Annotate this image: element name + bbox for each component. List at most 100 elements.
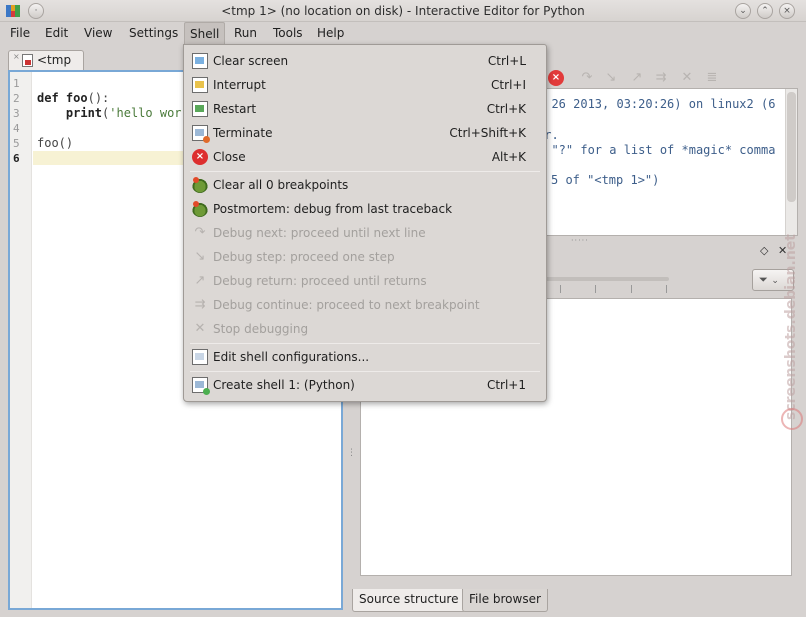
horizontal-splitter-handle[interactable]: ····· (571, 236, 589, 245)
shell-output-line: e "?" for a list of *magic* comma (537, 143, 776, 157)
menu-item-label: Debug step: proceed one step (213, 250, 395, 264)
string-literal: 'hello wor (109, 106, 182, 120)
shell-toolbar: × ↷ ↘ ↗ ⇉ ✕ ≣ (547, 68, 805, 88)
create-shell-icon (192, 377, 210, 395)
line-number: 5 (13, 137, 20, 150)
watermark-text: screenshots.debian.net (783, 234, 799, 420)
menu-item-postmortem[interactable]: Postmortem: debug from last traceback (184, 197, 546, 221)
menu-item-label: Debug return: proceed until returns (213, 274, 427, 288)
line-number-gutter: 1 2 3 4 5 6 (10, 72, 32, 608)
bug-icon (192, 201, 208, 217)
stop-debug-icon[interactable]: ✕ (679, 70, 695, 86)
menu-item-shortcut: Ctrl+I (491, 78, 526, 92)
menu-item-label: Clear screen (213, 54, 289, 68)
code-line-def: def foo(): (37, 91, 109, 106)
tab-source-structure[interactable]: Source structure (352, 589, 466, 612)
menu-item-clear-screen[interactable]: Clear screen Ctrl+L (184, 49, 546, 73)
menu-item-label: Interrupt (213, 78, 266, 92)
function-name: foo (65, 91, 88, 105)
menu-item-restart[interactable]: Restart Ctrl+K (184, 97, 546, 121)
shell-menu-dropdown: Clear screen Ctrl+L Interrupt Ctrl+I Res… (183, 44, 547, 402)
menu-shell[interactable]: Shell (184, 22, 226, 44)
stack-list-icon[interactable]: ≣ (704, 70, 720, 86)
shell-config-icon (192, 349, 208, 365)
menu-item-edit-shell-configs[interactable]: Edit shell configurations... (184, 345, 546, 369)
menu-view[interactable]: View (79, 22, 117, 44)
menu-item-label: Terminate (213, 126, 273, 140)
line-number: 4 (13, 122, 20, 135)
debug-next-icon[interactable]: ↷ (579, 70, 595, 86)
code-line-print: print('hello wor (37, 106, 182, 121)
keyword: def (37, 91, 66, 105)
menu-item-label: Restart (213, 102, 257, 116)
close-icon: × (192, 149, 208, 165)
title-bar: · <tmp 1> (no location on disk) - Intera… (0, 0, 806, 22)
menu-item-interrupt[interactable]: Interrupt Ctrl+I (184, 73, 546, 97)
filter-icon: ⏷ (759, 273, 768, 286)
menu-item-shortcut: Ctrl+L (487, 54, 526, 68)
clear-screen-icon (192, 53, 208, 69)
menu-item-shortcut: Alt+K (491, 150, 526, 164)
restart-icon (192, 101, 208, 117)
menu-item-label: Close (213, 150, 246, 164)
tab-close-icon[interactable]: × (13, 53, 20, 61)
menu-item-shortcut: Ctrl+K (486, 102, 526, 116)
menu-item-label: Postmortem: debug from last traceback (213, 202, 453, 216)
tab-file-browser[interactable]: File browser (462, 589, 548, 612)
menu-item-shortcut: Ctrl+1 (486, 378, 526, 392)
menu-item-debug-step: ↘ Debug step: proceed one step (184, 245, 546, 269)
menu-item-clear-breakpoints[interactable]: Clear all 0 breakpoints (184, 173, 546, 197)
menu-item-create-shell[interactable]: Create shell 1: (Python) Ctrl+1 (184, 373, 546, 397)
code-line-call: foo() (37, 136, 74, 150)
line-number: 3 (13, 107, 20, 120)
menu-item-stop-debugging: ✕ Stop debugging (184, 317, 546, 341)
line-number-current: 6 (13, 152, 20, 165)
menu-item-label: Stop debugging (213, 322, 309, 336)
menu-separator (190, 171, 540, 172)
vertical-splitter-handle[interactable]: ⋮ (347, 448, 356, 458)
menu-item-label: Edit shell configurations... (213, 350, 370, 364)
menu-item-label: Debug continue: proceed to next breakpoi… (213, 298, 480, 312)
shell-output-line: 5 of "<tmp 1>") (551, 173, 660, 187)
debug-continue-icon: ⇉ (194, 297, 206, 312)
file-icon (22, 54, 33, 67)
menu-item-debug-continue: ⇉ Debug continue: proceed to next breakp… (184, 293, 546, 317)
menu-run[interactable]: Run (229, 22, 262, 44)
debug-return-icon[interactable]: ↗ (629, 70, 645, 86)
menu-separator (190, 371, 540, 372)
menu-edit[interactable]: Edit (40, 22, 73, 44)
terminate-icon (192, 125, 210, 143)
menu-help[interactable]: Help (312, 22, 349, 44)
debug-return-icon: ↗ (194, 273, 206, 288)
menu-item-debug-next: ↷ Debug next: proceed until next line (184, 221, 546, 245)
debug-step-icon: ↘ (194, 249, 206, 264)
menu-item-label: Debug next: proceed until next line (213, 226, 426, 240)
menu-item-label: Clear all 0 breakpoints (213, 178, 349, 192)
debug-step-icon[interactable]: ↘ (603, 70, 619, 86)
menu-item-debug-return: ↗ Debug return: proceed until returns (184, 269, 546, 293)
menu-bar: File Edit View Settings Shell Run Tools … (0, 22, 806, 44)
float-panel-icon[interactable]: ◇ (760, 244, 768, 257)
slider-ticks (545, 285, 669, 293)
close-icon[interactable]: × (779, 3, 795, 19)
maximize-icon[interactable]: ⌃ (757, 3, 773, 19)
shell-close-icon[interactable]: × (548, 70, 564, 86)
debug-continue-icon[interactable]: ⇉ (653, 70, 669, 86)
menu-settings[interactable]: Settings (124, 22, 183, 44)
editor-tab[interactable]: × <tmp 1> (8, 50, 84, 85)
keyword: print (37, 106, 103, 120)
line-number: 2 (13, 92, 20, 105)
menu-tools[interactable]: Tools (268, 22, 308, 44)
watermark-logo (781, 408, 803, 430)
structure-slider[interactable] (545, 277, 669, 281)
menu-item-terminate[interactable]: Terminate Ctrl+Shift+K (184, 121, 546, 145)
bug-icon (192, 177, 208, 193)
minimize-icon[interactable]: ⌄ (735, 3, 751, 19)
menu-file[interactable]: File (5, 22, 35, 44)
debug-next-icon: ↷ (194, 225, 206, 240)
stop-debug-icon: ✕ (194, 321, 206, 336)
menu-separator (190, 343, 540, 344)
window-title: <tmp 1> (no location on disk) - Interact… (221, 4, 585, 18)
menu-item-close[interactable]: × Close Alt+K (184, 145, 546, 169)
code-text: (): (87, 91, 110, 105)
